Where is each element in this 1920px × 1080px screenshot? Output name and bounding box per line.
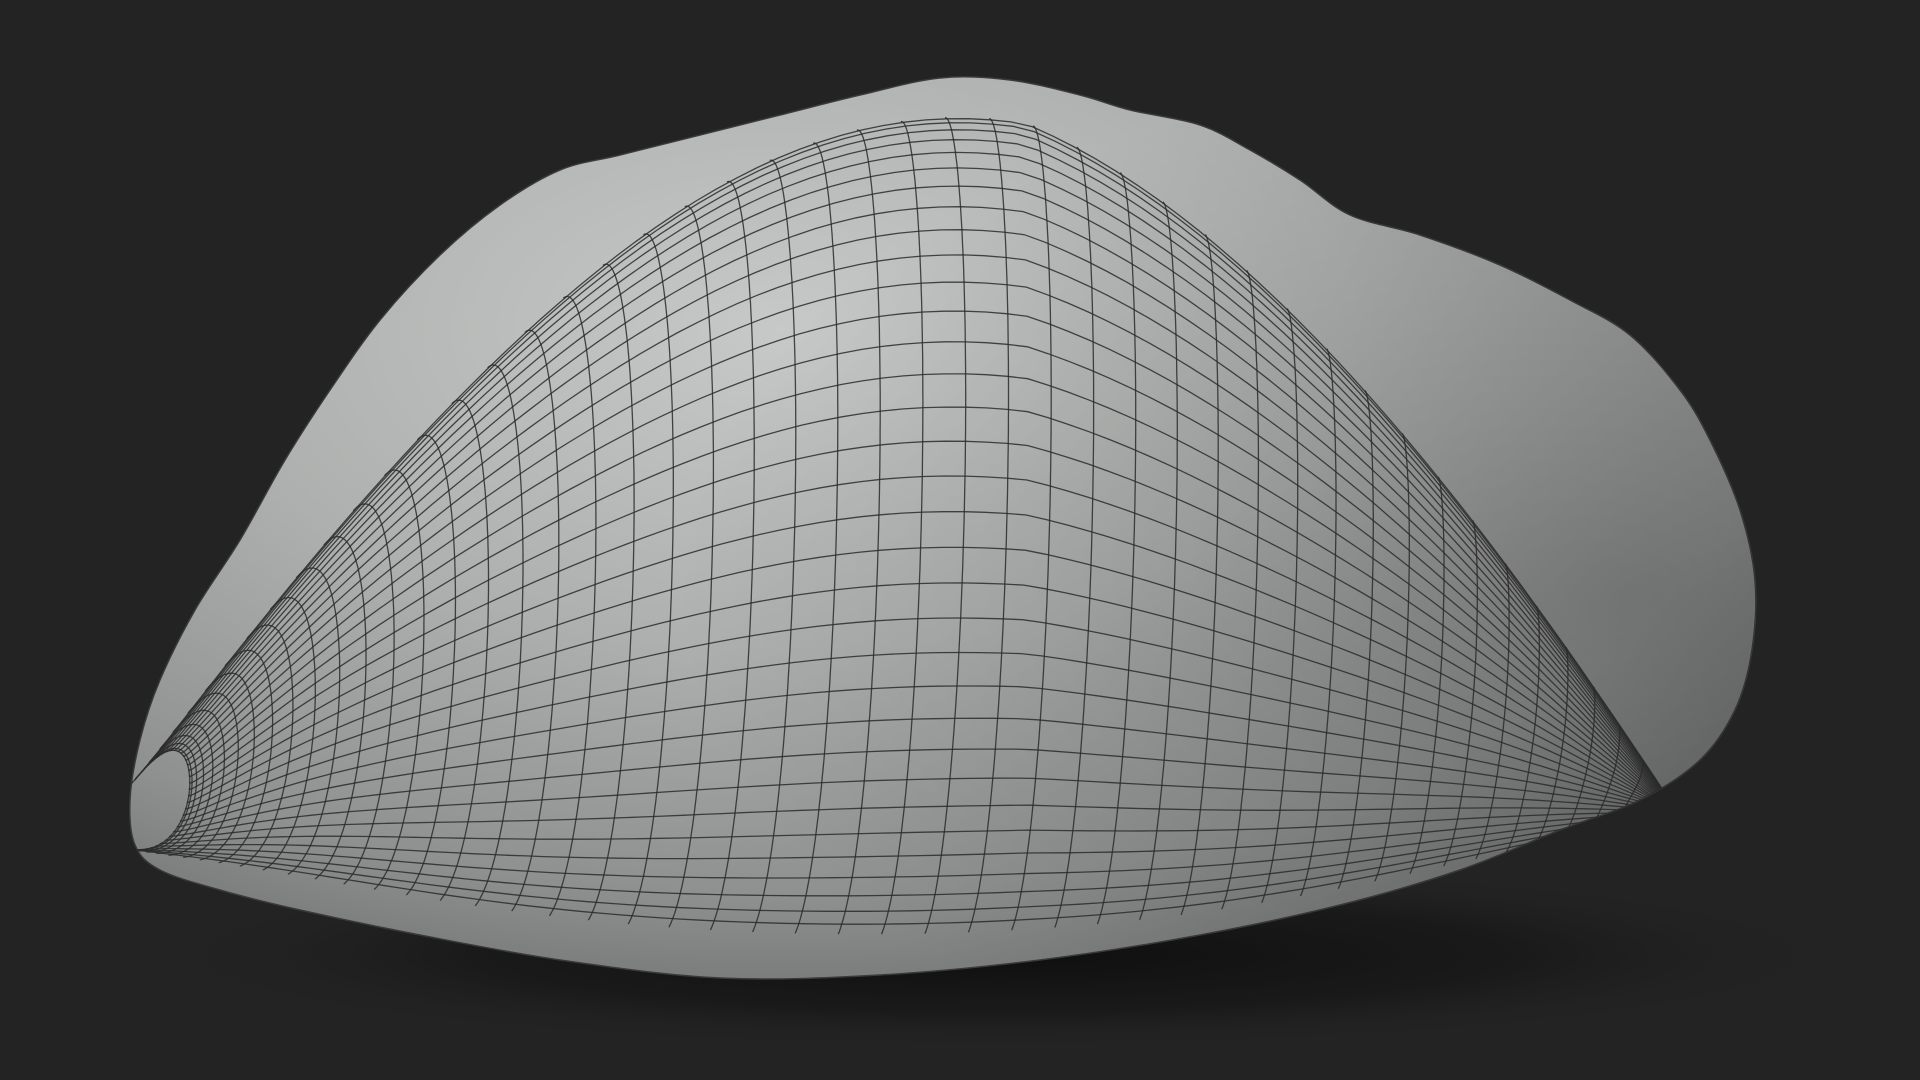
mesh-render (128, 76, 1860, 1050)
mesh-edge-ring (1681, 809, 1718, 873)
3d-viewport (0, 0, 1920, 1080)
mesh-edge-ring (1693, 806, 1731, 892)
mesh-edge-ring (1703, 804, 1742, 908)
mesh-edge-ring (1649, 808, 1685, 823)
mesh-edge-ring (1666, 810, 1703, 850)
mesh-edge-ring (1711, 802, 1750, 920)
